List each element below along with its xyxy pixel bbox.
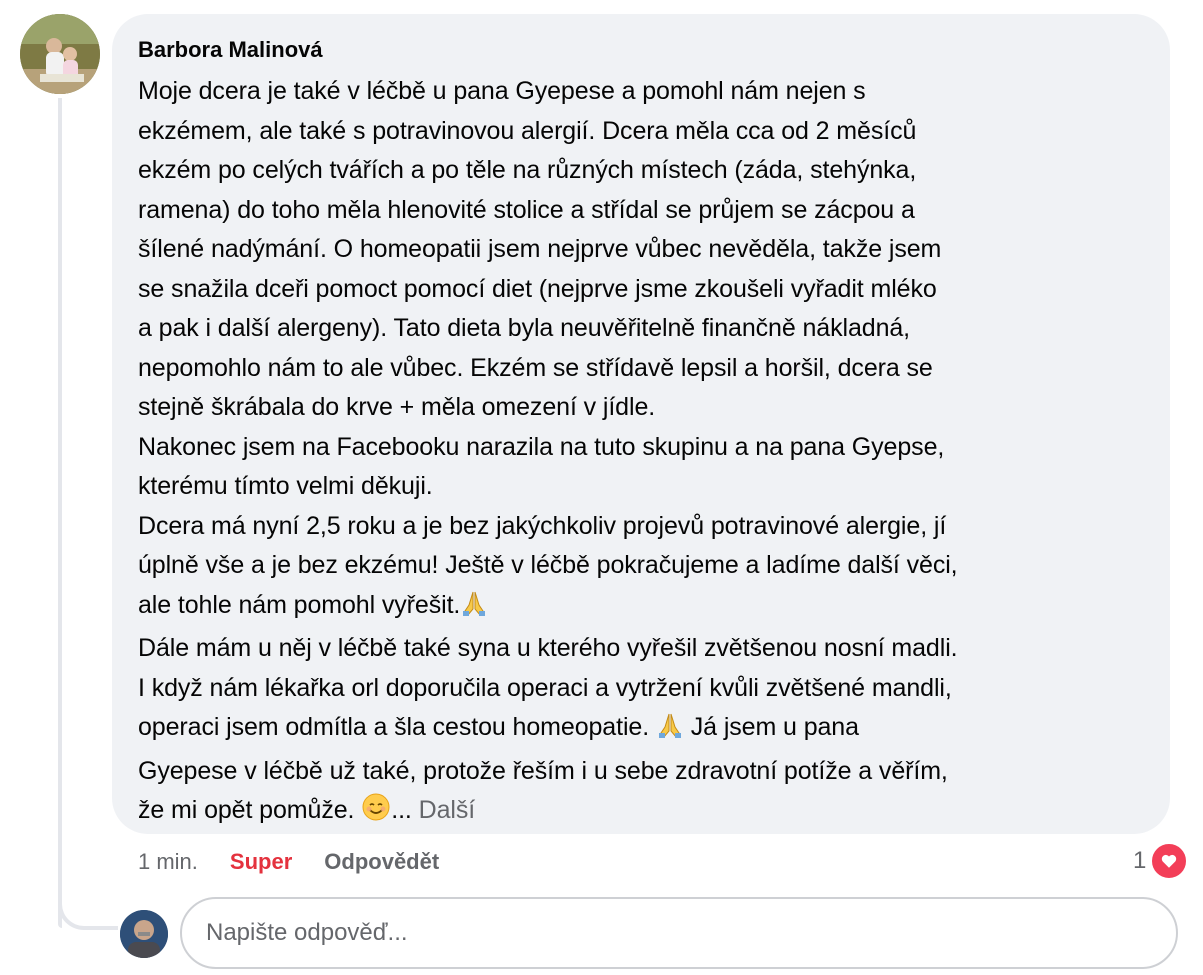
comment-line: že mi opět pomůže. ... Další: [138, 791, 1144, 835]
reaction-summary[interactable]: 1: [1133, 842, 1189, 880]
reply-input[interactable]: [204, 918, 1132, 948]
comment-line: I když nám lékařka orl doporučila operac…: [138, 673, 952, 702]
comment-line: Gyepese v léčbě už také, protože řeším i…: [138, 756, 948, 785]
comment-line-text: operaci jsem odmítla a šla cestou homeop…: [138, 713, 650, 741]
comment-line: stejně škrábala do krve + měla omezení v…: [138, 393, 656, 421]
comment-bubble: Barbora Malinová Moje dcera je také v lé…: [112, 14, 1170, 834]
comment-line: Moje dcera je také v léčbě u pana Gyepes…: [138, 77, 866, 105]
thread-line: [58, 98, 62, 928]
comment-line: se snažila dceři pomoct pomocí diet (nej…: [138, 274, 937, 303]
comment-line: ekzém po celých tvářích a po těle na růz…: [138, 156, 917, 184]
praying-hands-icon: [656, 711, 684, 752]
comment-line: Nakonec jsem na Facebooku narazila na tu…: [138, 432, 945, 461]
comment-line: šílené nadýmání. O homeopatii jsem nejpr…: [138, 235, 942, 263]
comment-timestamp[interactable]: 1 min.: [138, 847, 198, 877]
user-photo: [120, 910, 168, 958]
comment-line: a pak i další alergeny). Tato dieta byla…: [138, 314, 911, 342]
comment-line: kterému tímto velmi děkuji.: [138, 472, 433, 500]
reply-button[interactable]: Odpovědět: [324, 847, 439, 877]
comment-line: operaci jsem odmítla a šla cestou homeop…: [138, 708, 1144, 752]
praying-hands-icon: [460, 589, 488, 630]
avatar-photo: [20, 14, 100, 94]
ellipsis: ...: [391, 796, 419, 824]
comment-line-text: že mi opět pomůže.: [138, 796, 362, 824]
current-user-avatar[interactable]: [120, 910, 168, 958]
comment-line: nepomohlo nám to ale vůbec. Ekzém se stř…: [138, 353, 933, 382]
author-avatar[interactable]: [20, 14, 100, 94]
comment-text: Moje dcera je také v léčbě u pana Gyepes…: [138, 72, 1144, 835]
thread-connector: [58, 880, 118, 930]
comment-line: Dcera má nyní 2,5 roku a je bez jakýchko…: [138, 511, 947, 540]
comment-line: úplně vše a je bez ekzému! Ještě v léčbě…: [138, 551, 958, 579]
see-more-link[interactable]: Další: [419, 796, 476, 824]
comment-actions: 1 min. Super Odpovědět: [138, 847, 439, 877]
comment-line-text: ale tohle nám pomohl vyřešit.: [138, 590, 461, 619]
reaction-count: 1: [1133, 847, 1147, 874]
like-button[interactable]: Super: [230, 847, 292, 877]
smiling-face-icon: [361, 792, 391, 835]
comment-line: Dále mám u něj v léčbě také syna u které…: [138, 634, 958, 662]
comment-line: ale tohle nám pomohl vyřešit.: [138, 586, 1144, 630]
comment-line-text: Já jsem u pana: [683, 713, 859, 741]
comment-author[interactable]: Barbora Malinová: [138, 36, 1144, 64]
comment-line: ekzémem, ale také s potravinovou alergií…: [138, 116, 917, 145]
reply-composer[interactable]: [180, 897, 1178, 969]
comment-line: ramena) do toho měla hlenovité stolice a…: [138, 195, 915, 224]
love-reaction-icon: [1150, 842, 1189, 880]
